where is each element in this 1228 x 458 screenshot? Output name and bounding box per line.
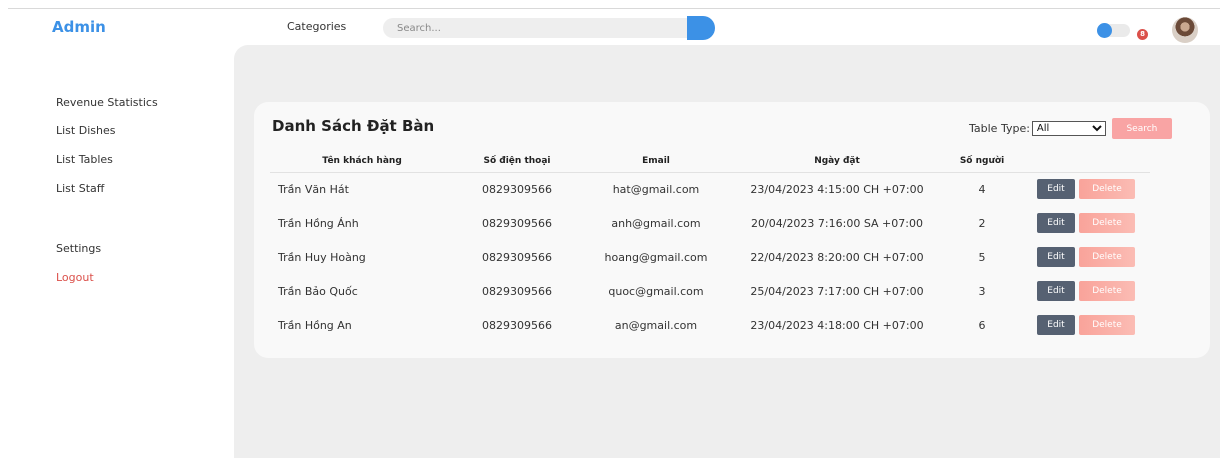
- edit-button[interactable]: Edit: [1037, 315, 1075, 335]
- table-row: Trần Hồng Ánh 0829309566 anh@gmail.com 2…: [270, 206, 1150, 240]
- delete-button[interactable]: Delete: [1079, 315, 1135, 335]
- theme-toggle[interactable]: [1097, 23, 1130, 38]
- cell-date: 22/04/2023 8:20:00 CH +07:00: [750, 250, 924, 264]
- table-type-select[interactable]: All: [1031, 121, 1106, 136]
- sidebar-item-list-tables[interactable]: List Tables: [56, 153, 113, 166]
- search-bar: [383, 16, 715, 40]
- sidebar-item-settings[interactable]: Settings: [56, 242, 101, 255]
- sidebar-item-list-dishes[interactable]: List Dishes: [56, 124, 115, 137]
- page-title: Danh Sách Đặt Bàn: [272, 117, 435, 135]
- search-button[interactable]: [687, 16, 715, 40]
- cell-people: 4: [978, 182, 986, 196]
- table-row: Trần Văn Hát 0829309566 hat@gmail.com 23…: [270, 172, 1150, 206]
- cell-email: an@gmail.com: [614, 318, 698, 332]
- cell-name: Trần Hồng Ánh: [278, 216, 359, 230]
- delete-button[interactable]: Delete: [1079, 281, 1135, 301]
- filter-search-button[interactable]: Search: [1111, 118, 1172, 139]
- booking-list-card: Danh Sách Đặt Bàn Table Type: All Search…: [254, 102, 1210, 358]
- cell-actions: Edit Delete: [1022, 206, 1150, 240]
- notification-badge[interactable]: 8: [1135, 27, 1150, 42]
- brand-logo[interactable]: Admin: [52, 18, 106, 36]
- cell-name: Trần Hồng An: [278, 318, 352, 332]
- cell-date: 23/04/2023 4:15:00 CH +07:00: [750, 182, 924, 196]
- cell-email: quoc@gmail.com: [608, 284, 704, 298]
- column-header-people: Số người: [942, 150, 1022, 173]
- column-header-actions: [1022, 150, 1150, 173]
- sidebar-item-revenue-statistics[interactable]: Revenue Statistics: [56, 96, 158, 109]
- sidebar: Revenue Statistics List Dishes List Tabl…: [8, 39, 233, 458]
- booking-table: Tên khách hàng Số điện thoại Email Ngày …: [270, 150, 1150, 342]
- column-header-email: Email: [580, 150, 732, 173]
- cell-people: 2: [978, 216, 986, 230]
- cell-email: anh@gmail.com: [611, 216, 701, 230]
- cell-phone: 0829309566: [482, 216, 552, 230]
- cell-actions: Edit Delete: [1022, 240, 1150, 274]
- cell-phone: 0829309566: [482, 284, 552, 298]
- cell-date: 23/04/2023 4:18:00 CH +07:00: [750, 318, 924, 332]
- table-row: Trần Huy Hoàng 0829309566 hoang@gmail.co…: [270, 240, 1150, 274]
- column-header-date: Ngày đặt: [732, 150, 942, 173]
- table-row: Trần Bảo Quốc 0829309566 quoc@gmail.com …: [270, 274, 1150, 308]
- cell-name: Trần Huy Hoàng: [278, 250, 366, 264]
- table-type-filter: Table Type: All Search: [969, 118, 1172, 139]
- cell-phone: 0829309566: [482, 318, 552, 332]
- filter-label: Table Type:: [969, 122, 1030, 135]
- cell-people: 6: [978, 318, 986, 332]
- table-row: Trần Hồng An 0829309566 an@gmail.com 23/…: [270, 308, 1150, 342]
- cell-phone: 0829309566: [482, 250, 552, 264]
- cell-actions: Edit Delete: [1022, 172, 1150, 206]
- edit-button[interactable]: Edit: [1037, 179, 1075, 200]
- edit-button[interactable]: Edit: [1037, 281, 1075, 301]
- toggle-knob: [1097, 23, 1112, 38]
- cell-email: hat@gmail.com: [612, 182, 700, 196]
- table-header-row: Tên khách hàng Số điện thoại Email Ngày …: [270, 150, 1150, 173]
- cell-actions: Edit Delete: [1022, 274, 1150, 308]
- cell-email: hoang@gmail.com: [604, 250, 708, 264]
- delete-button[interactable]: Delete: [1079, 247, 1135, 267]
- cell-phone: 0829309566: [482, 182, 552, 196]
- cell-actions: Edit Delete: [1022, 308, 1150, 342]
- avatar[interactable]: [1172, 17, 1198, 43]
- app-window: Admin Categories 8 Revenue Statistics Li…: [8, 8, 1220, 458]
- delete-button[interactable]: Delete: [1079, 213, 1135, 233]
- sidebar-item-logout[interactable]: Logout: [56, 271, 94, 284]
- cell-name: Trần Bảo Quốc: [278, 284, 358, 298]
- edit-button[interactable]: Edit: [1037, 213, 1075, 233]
- search-input[interactable]: [383, 18, 687, 38]
- cell-people: 3: [978, 284, 986, 298]
- edit-button[interactable]: Edit: [1037, 247, 1075, 267]
- column-header-phone: Số điện thoại: [454, 150, 580, 173]
- column-header-name: Tên khách hàng: [270, 150, 454, 173]
- categories-link[interactable]: Categories: [287, 20, 346, 33]
- cell-people: 5: [978, 250, 986, 264]
- cell-name: Trần Văn Hát: [278, 182, 349, 196]
- cell-date: 25/04/2023 7:17:00 CH +07:00: [750, 284, 924, 298]
- cell-date: 20/04/2023 7:16:00 SA +07:00: [751, 216, 923, 230]
- sidebar-item-list-staff[interactable]: List Staff: [56, 182, 104, 195]
- main-content: Danh Sách Đặt Bàn Table Type: All Search…: [234, 45, 1220, 458]
- delete-button[interactable]: Delete: [1079, 179, 1135, 200]
